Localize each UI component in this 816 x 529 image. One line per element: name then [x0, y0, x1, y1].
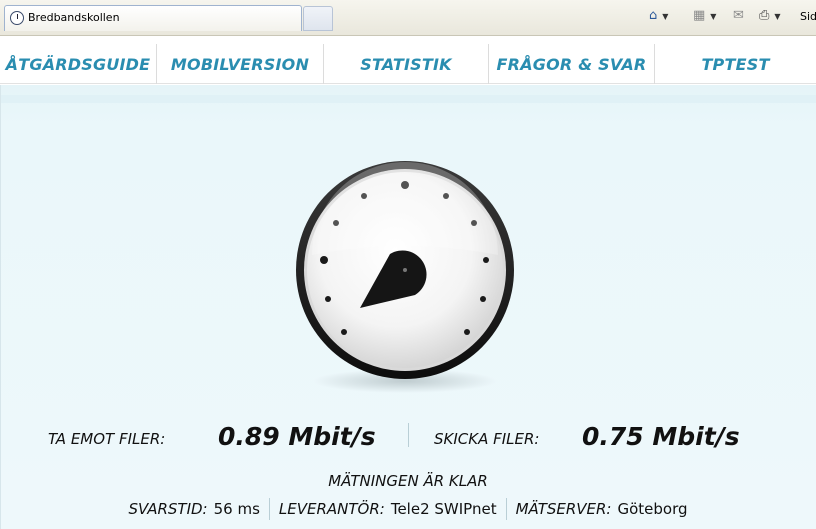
- response-time: SVARSTID: 56 ms: [119, 498, 270, 520]
- print-icon: ⎙: [759, 8, 770, 23]
- nav-mobilversion[interactable]: MOBILVERSION: [157, 44, 324, 84]
- upload-label: SKICKA FILER:: [434, 430, 540, 448]
- speed-gauge: [294, 155, 516, 395]
- mail-button[interactable]: ✉: [733, 8, 744, 24]
- test-server-value: Göteborg: [617, 500, 688, 518]
- feeds-icon: ▦: [693, 8, 706, 23]
- print-dropdown-icon[interactable]: ▼: [774, 12, 780, 21]
- home-icon: ⌂: [649, 8, 658, 23]
- test-server: MÄTSERVER: Göteborg: [507, 498, 697, 520]
- browser-toolbar: Bredbandskollen ⌂ ▼ ▦ ▼ ✉ ⎙ ▼ Sid: [0, 0, 816, 36]
- provider: LEVERANTÖR: Tele2 SWIPnet: [270, 498, 507, 520]
- result-divider: [408, 423, 409, 447]
- home-dropdown-icon[interactable]: ▼: [662, 12, 668, 21]
- provider-value: Tele2 SWIPnet: [390, 500, 497, 518]
- response-time-value: 56 ms: [213, 500, 260, 518]
- download-value: 0.89 Mbit/s: [218, 422, 376, 451]
- nav-fragor-svar[interactable]: FRÅGOR & SVAR: [489, 44, 655, 84]
- nav-atgardsguide[interactable]: ÅTGÄRDSGUIDE: [0, 44, 157, 84]
- feeds-dropdown-icon[interactable]: ▼: [710, 12, 716, 21]
- upload-value: 0.75 Mbit/s: [582, 422, 740, 451]
- print-button[interactable]: ⎙ ▼: [759, 8, 781, 24]
- provider-label: LEVERANTÖR:: [278, 500, 385, 518]
- download-label: TA EMOT FILER:: [48, 430, 166, 448]
- nav-statistik[interactable]: STATISTIK: [324, 44, 489, 84]
- browser-tab[interactable]: Bredbandskollen: [4, 5, 302, 31]
- page-menu-label[interactable]: Sid: [800, 10, 816, 23]
- mail-icon: ✉: [733, 8, 744, 23]
- measurement-status: MÄTNINGEN ÄR KLAR: [328, 472, 488, 490]
- tab-title: Bredbandskollen: [28, 11, 120, 24]
- response-time-label: SVARSTID:: [128, 500, 208, 518]
- measurement-details: SVARSTID: 56 ms LEVERANTÖR: Tele2 SWIPne…: [0, 498, 816, 520]
- clock-icon: [10, 11, 24, 25]
- site-navigation: ÅTGÄRDSGUIDE MOBILVERSION STATISTIK FRÅG…: [0, 44, 816, 84]
- content-top-stripe: [1, 95, 816, 103]
- new-tab-button[interactable]: [303, 6, 333, 31]
- nav-tptest[interactable]: TPTEST: [655, 44, 816, 84]
- test-server-label: MÄTSERVER:: [515, 500, 612, 518]
- home-button[interactable]: ⌂ ▼: [649, 8, 668, 24]
- feeds-button[interactable]: ▦ ▼: [693, 8, 716, 24]
